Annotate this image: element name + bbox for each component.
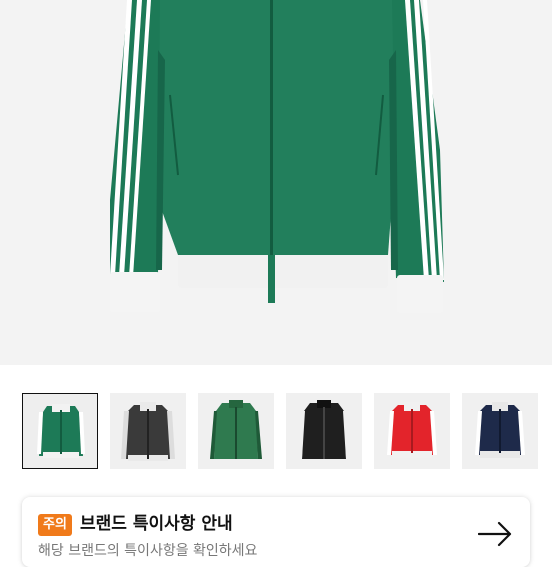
- green-jacket-image: [210, 400, 262, 459]
- thumbnail-dark-grey-jacket[interactable]: [110, 393, 186, 469]
- black-jacket-image: [298, 400, 350, 459]
- thumbnail-strip: [22, 393, 552, 470]
- red-jacket-image: [387, 402, 437, 458]
- dark-grey-jacket-image: [121, 402, 175, 461]
- arrow-right-icon[interactable]: [478, 521, 512, 547]
- caution-badge: 주의: [38, 514, 72, 536]
- brand-notice-card[interactable]: 주의 브랜드 특이사항 안내 해당 브랜드의 특이사항을 확인하세요: [22, 497, 530, 567]
- notice-subtitle: 해당 브랜드의 특이사항을 확인하세요: [38, 543, 258, 559]
- thumbnail-navy-jacket[interactable]: [462, 393, 538, 469]
- green-white-jacket-image: [37, 404, 85, 458]
- navy-jacket-image: [475, 402, 525, 458]
- track-jacket-image: [110, 0, 444, 313]
- thumbnail-black-jacket[interactable]: [286, 393, 362, 469]
- product-main-image: [0, 0, 552, 365]
- thumbnail-green-white-jacket[interactable]: [22, 393, 98, 469]
- thumbnail-red-jacket[interactable]: [374, 393, 450, 469]
- thumbnail-green-jacket[interactable]: [198, 393, 274, 469]
- notice-title: 브랜드 특이사항 안내: [80, 514, 233, 534]
